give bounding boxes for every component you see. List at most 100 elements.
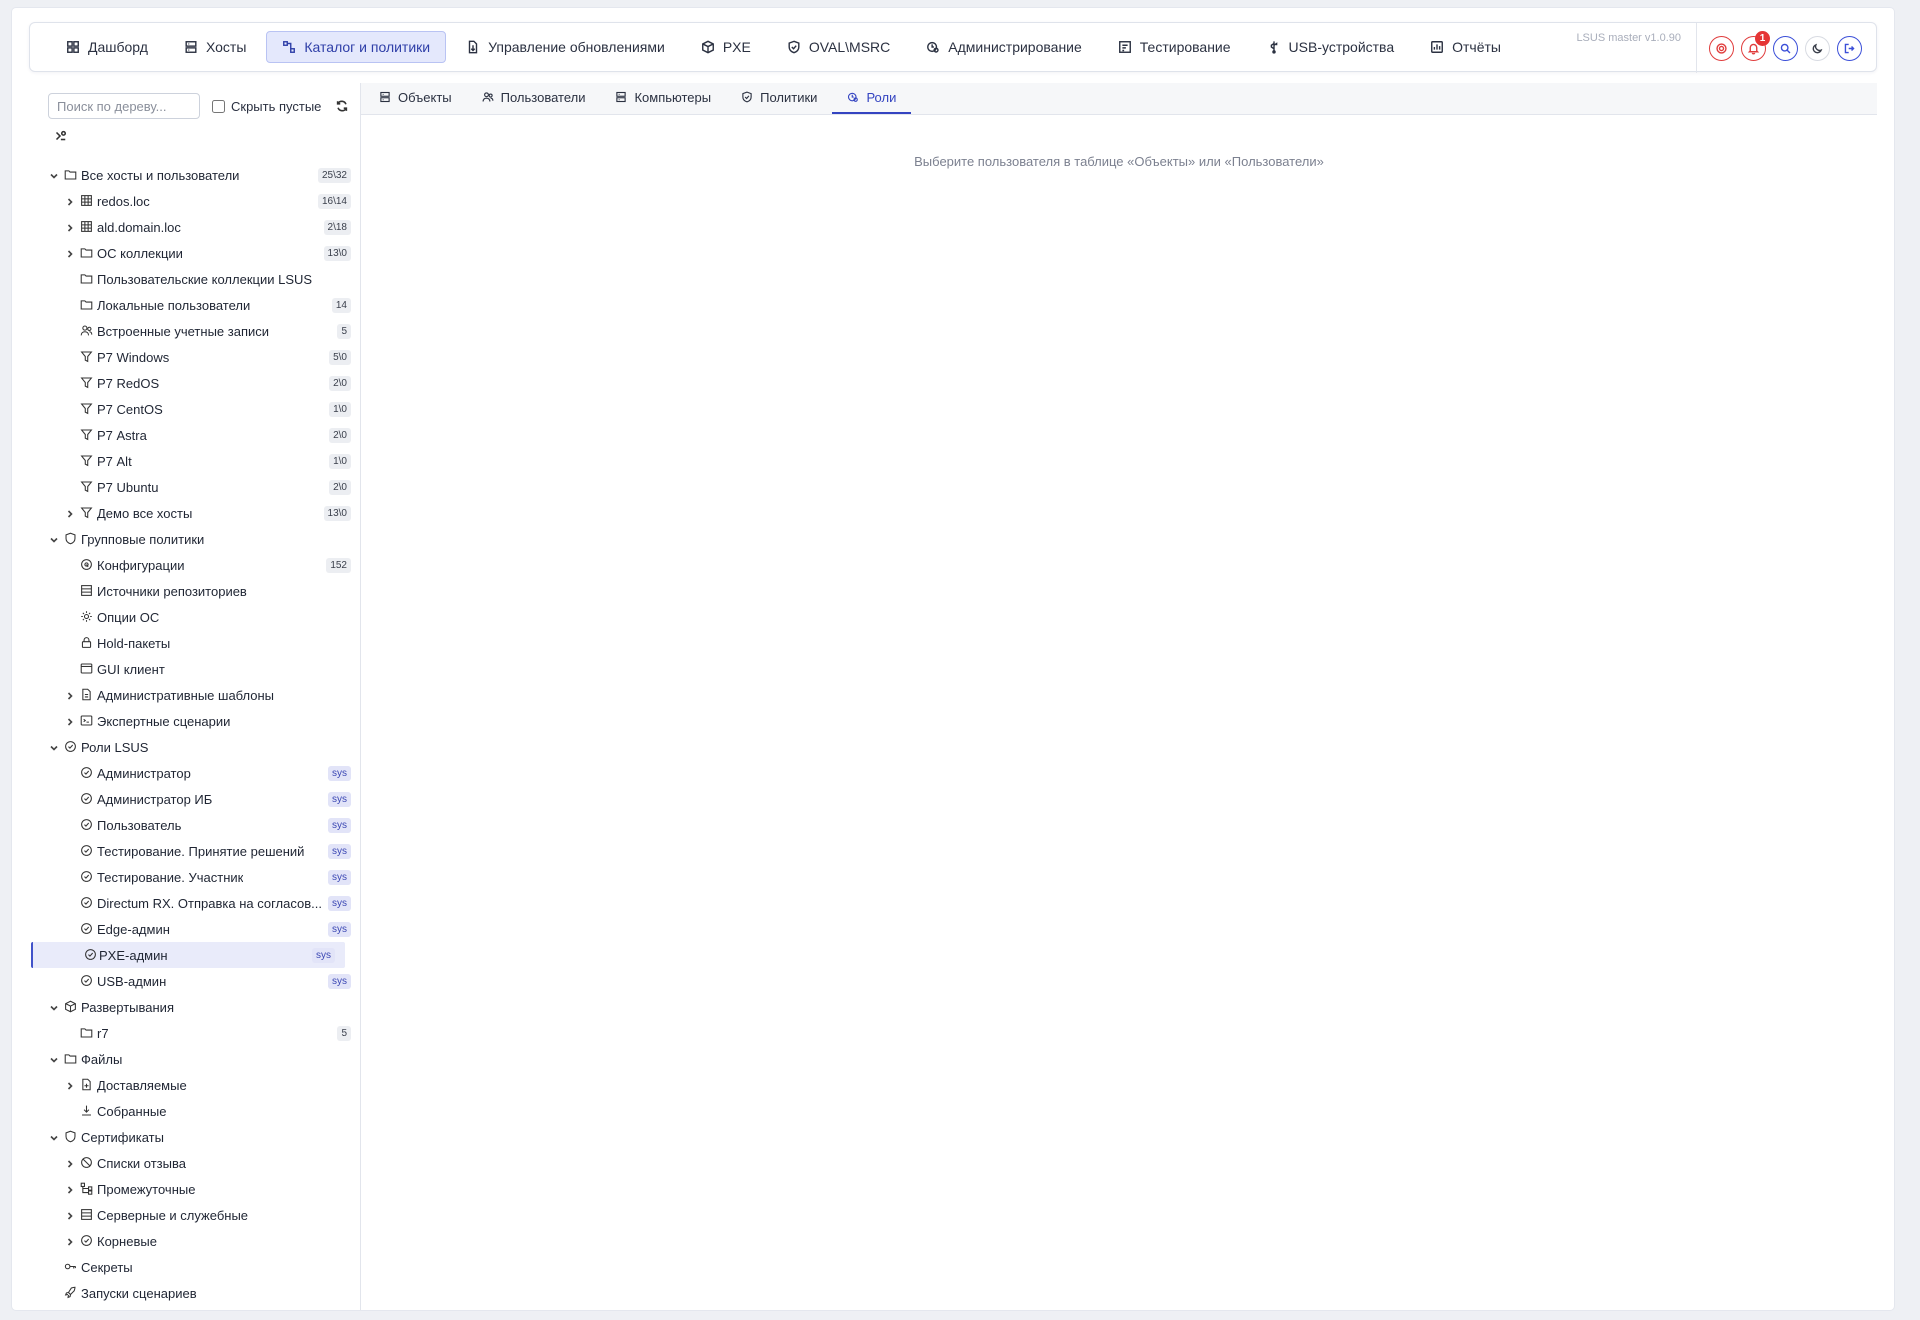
nav-item-5[interactable]: OVAL\MSRC xyxy=(771,31,906,63)
tab-3[interactable]: Политики xyxy=(726,82,832,114)
nav-item-4[interactable]: PXE xyxy=(685,31,767,63)
tree-node[interactable]: Пользователь sys xyxy=(29,812,361,838)
tree-node[interactable]: Р7 Windows 5\0 xyxy=(29,344,361,370)
app-window: Дашборд Хосты Каталог и политики Управление… xyxy=(12,8,1894,1310)
chevron-down-icon[interactable] xyxy=(49,1001,61,1013)
tree-node[interactable]: Списки отзыва xyxy=(29,1150,361,1176)
tree-node[interactable]: Опции ОС xyxy=(29,604,361,630)
logout-button[interactable] xyxy=(1837,35,1862,61)
nav-item-1[interactable]: Хосты xyxy=(168,31,262,63)
tab-4[interactable]: Роли xyxy=(832,82,912,114)
tab-0[interactable]: Объекты xyxy=(364,82,467,114)
chevron-down-icon[interactable] xyxy=(49,741,61,753)
tree-node[interactable]: Серверные и служебные xyxy=(29,1202,361,1228)
tree-node[interactable]: Р7 Ubuntu 2\0 xyxy=(29,474,361,500)
chevron-right-icon[interactable] xyxy=(65,1235,77,1247)
tree-node-label: Доставляемые xyxy=(97,1077,187,1093)
chevron-right-icon[interactable] xyxy=(65,247,77,259)
tree-node[interactable]: Пользовательские коллекции LSUS xyxy=(29,266,361,292)
tree-node[interactable]: Промежуточные xyxy=(29,1176,361,1202)
folder-icon xyxy=(80,246,94,260)
tree-node[interactable]: PXE-админ sys xyxy=(31,942,345,968)
chevron-right-icon[interactable] xyxy=(65,1209,77,1221)
nav-item-8[interactable]: USB-устройства xyxy=(1251,31,1411,63)
tree-node[interactable]: Файлы xyxy=(29,1046,361,1072)
tree-node[interactable]: Запуски сценариев xyxy=(29,1280,361,1306)
chevron-right-icon[interactable] xyxy=(65,1183,77,1195)
nav-item-3[interactable]: Управление обновлениями xyxy=(450,31,681,63)
collapse-tree-icon[interactable] xyxy=(53,129,67,146)
chevron-down-icon[interactable] xyxy=(49,1053,61,1065)
tab-1[interactable]: Пользователи xyxy=(467,82,601,114)
repo-icon xyxy=(80,584,94,598)
chevron-right-icon[interactable] xyxy=(65,195,77,207)
tree-node[interactable]: ald.domain.loc 2\18 xyxy=(29,214,361,240)
tree-node[interactable]: Directum RX. Отправка на согласов... sys xyxy=(29,890,361,916)
tree-node[interactable]: Р7 CentOS 1\0 xyxy=(29,396,361,422)
nav-item-label: OVAL\MSRC xyxy=(808,39,891,55)
tree-node[interactable]: Локальные пользователи 14 xyxy=(29,292,361,318)
chevron-right-icon[interactable] xyxy=(65,689,77,701)
tree-node[interactable]: Встроенные учетные записи 5 xyxy=(29,318,361,344)
tree-node[interactable]: Корневые xyxy=(29,1228,361,1254)
tree-node[interactable]: Групповые политики xyxy=(29,526,361,552)
tree-node[interactable]: Экспертные сценарии xyxy=(29,708,361,734)
tree-node[interactable]: Конфигурации 152 xyxy=(29,552,361,578)
tree-node[interactable]: Секреты xyxy=(29,1254,361,1280)
tree-toolbar: Скрыть пустые xyxy=(48,93,349,119)
tree-node[interactable]: Собранные xyxy=(29,1098,361,1124)
chevron-right-icon[interactable] xyxy=(65,715,77,727)
tree-node[interactable]: Доставляемые xyxy=(29,1072,361,1098)
chevron-right-icon[interactable] xyxy=(65,507,77,519)
chevron-right-icon[interactable] xyxy=(65,1079,77,1091)
domain-icon xyxy=(80,220,94,234)
tree-node[interactable]: ОС коллекции 13\0 xyxy=(29,240,361,266)
chevron-down-icon[interactable] xyxy=(49,1131,61,1143)
tab-2[interactable]: Компьютеры xyxy=(600,82,726,114)
tree-node[interactable]: r7 5 xyxy=(29,1020,361,1046)
hide-empty-checkbox[interactable] xyxy=(212,99,225,113)
tree-node[interactable]: Тестирование. Принятие решений sys xyxy=(29,838,361,864)
tree-node[interactable]: Роли LSUS xyxy=(29,734,361,760)
nav-item-7[interactable]: Тестирование xyxy=(1102,31,1247,63)
chevron-down-icon[interactable] xyxy=(49,533,61,545)
tree-node[interactable]: Все хосты и пользователи 25\32 xyxy=(29,162,361,188)
tree-node-label: Секреты xyxy=(81,1259,133,1275)
tree-node[interactable]: Р7 RedOS 2\0 xyxy=(29,370,361,396)
nav-item-2[interactable]: Каталог и политики xyxy=(266,31,447,63)
nav-item-6[interactable]: Администрирование xyxy=(910,31,1098,63)
search-button[interactable] xyxy=(1773,35,1798,61)
nav-item-label: Управление обновлениями xyxy=(488,39,665,55)
support-button[interactable] xyxy=(1709,35,1734,61)
hierarchy-icon xyxy=(80,1182,94,1196)
chevron-right-icon[interactable] xyxy=(65,221,77,233)
tree-node[interactable]: Р7 Alt 1\0 xyxy=(29,448,361,474)
tree-node[interactable]: Административные шаблоны xyxy=(29,682,361,708)
tree-node[interactable]: Сертификаты xyxy=(29,1124,361,1150)
tree-node[interactable]: Hold-пакеты xyxy=(29,630,361,656)
tree-node[interactable]: Развертывания xyxy=(29,994,361,1020)
tree-node[interactable]: Edge-админ sys xyxy=(29,916,361,942)
tree-node[interactable]: Источники репозиториев xyxy=(29,578,361,604)
tree-node[interactable]: Администратор ИБ sys xyxy=(29,786,361,812)
tree-node[interactable]: Демо все хосты 13\0 xyxy=(29,500,361,526)
tree-node-label: Тестирование. Принятие решений xyxy=(97,843,305,859)
nav-item-0[interactable]: Дашборд xyxy=(50,31,164,63)
tree-node[interactable]: Р7 Astra 2\0 xyxy=(29,422,361,448)
count-badge: 5 xyxy=(337,323,351,339)
notifications-button[interactable]: 1 xyxy=(1741,30,1770,61)
tree-node[interactable]: Администратор sys xyxy=(29,760,361,786)
count-badge: sys xyxy=(312,947,335,963)
config-icon xyxy=(80,558,94,572)
tree-node[interactable]: USB-админ sys xyxy=(29,968,361,994)
tree-node[interactable]: GUI клиент xyxy=(29,656,361,682)
theme-toggle-button[interactable] xyxy=(1805,35,1830,61)
chevron-right-icon[interactable] xyxy=(65,1157,77,1169)
tree-node[interactable]: Тестирование. Участник sys xyxy=(29,864,361,890)
refresh-icon[interactable] xyxy=(335,99,349,113)
hide-empty-toggle[interactable]: Скрыть пустые xyxy=(212,99,321,114)
tree-search-input[interactable] xyxy=(48,93,200,119)
tree-node[interactable]: redos.loc 16\14 xyxy=(29,188,361,214)
nav-item-9[interactable]: Отчёты xyxy=(1414,31,1517,63)
chevron-down-icon[interactable] xyxy=(49,169,61,181)
